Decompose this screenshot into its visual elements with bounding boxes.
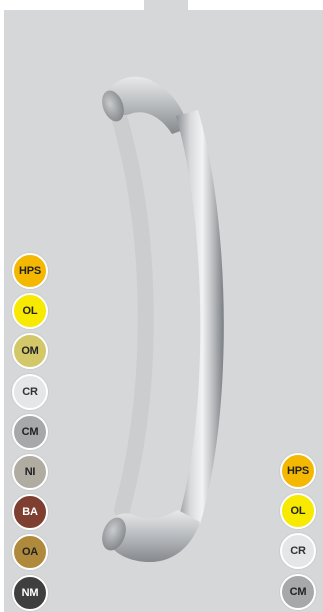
finish-badge-hps: HPS — [12, 253, 48, 289]
finish-badge-cm: CM — [12, 413, 48, 450]
finish-badge-nm: NM — [12, 574, 48, 611]
finish-badge-ol: OL — [12, 293, 48, 330]
finish-badge-hps: HPS — [280, 453, 316, 489]
door-pull-handle-image — [102, 76, 224, 562]
finish-badge-cr: CR — [12, 373, 48, 410]
product-image-panel — [4, 10, 323, 612]
finish-badge-ol: OL — [280, 493, 316, 530]
panel-top-tab — [144, 0, 188, 10]
finish-badge-ba: BA — [12, 494, 48, 531]
finish-badge-cm: CM — [280, 573, 316, 610]
finish-badge-ni: NI — [12, 454, 48, 490]
